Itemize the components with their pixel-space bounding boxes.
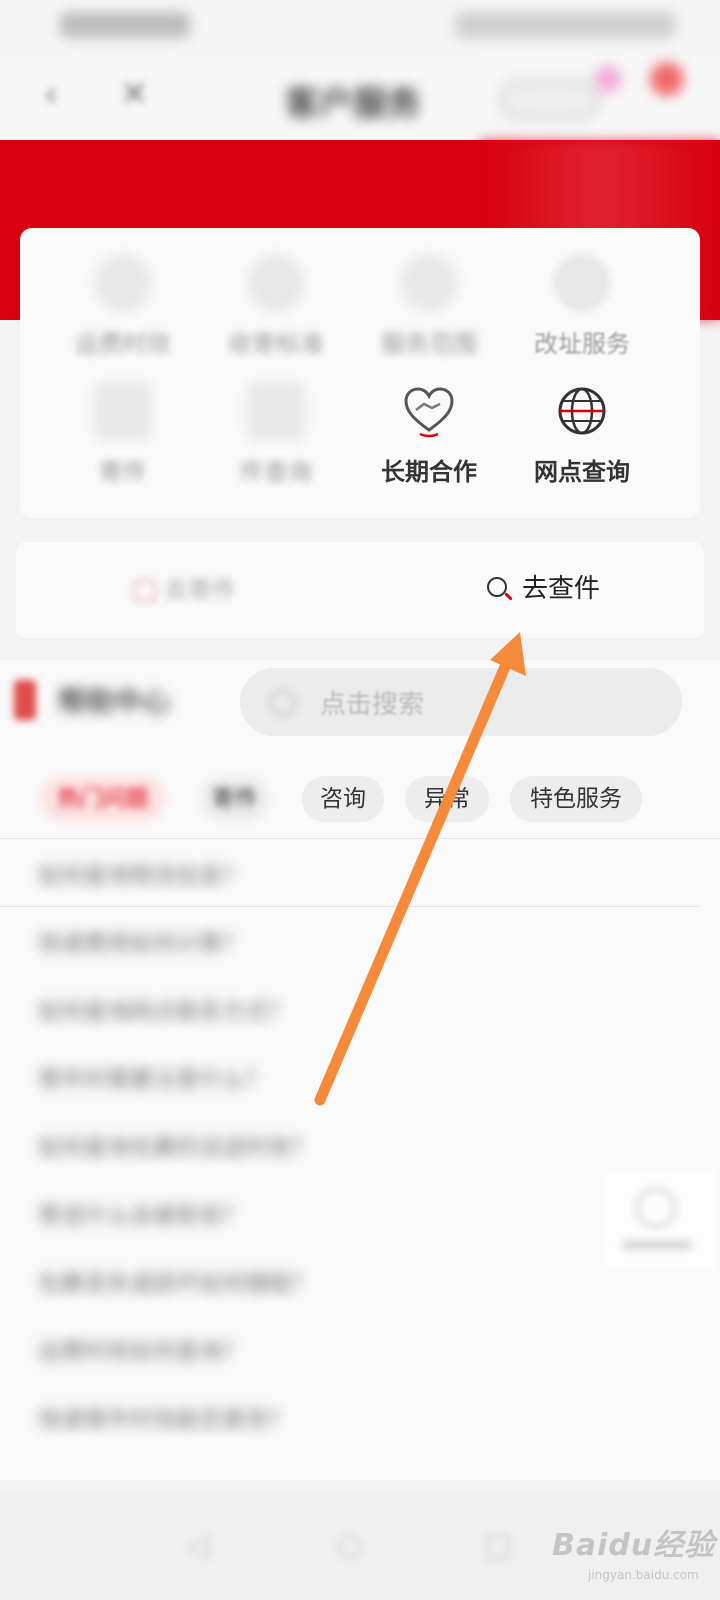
faq-item[interactable]: 如何查询网点联系方式？ [38, 992, 291, 1026]
service-label: 寄件 [99, 458, 147, 486]
send-icon [96, 384, 150, 438]
faq-item[interactable]: 包裹丢失或损坏如何理赔？ [38, 1264, 314, 1298]
nav-bar: ‹ ✕ 客户服务 [0, 56, 720, 140]
divider [0, 838, 720, 839]
float-label [622, 1240, 692, 1250]
service-item-long-term-cooperation[interactable]: 长期合作 [344, 384, 514, 487]
faq-item[interactable]: 快递寄件时效能否更改？ [38, 1400, 291, 1434]
headset-icon [636, 1188, 676, 1228]
watermark-url: jingyan.baidu.com [588, 1568, 699, 1582]
service-item-outlet-query[interactable]: 网点查询 [497, 384, 667, 487]
help-search-input[interactable]: 点击搜索 [240, 668, 682, 736]
watermark-logo: Baidu经验 [552, 1528, 716, 1563]
track-parcel-button[interactable]: 去查件 [486, 568, 600, 605]
service-item-service-scope[interactable]: 服务范围 [344, 256, 514, 359]
close-icon[interactable]: ✕ [120, 74, 149, 114]
service-label: 长期合作 [381, 458, 477, 486]
section-marker [14, 680, 36, 720]
service-item-freight-time[interactable]: 运费时效 [38, 256, 208, 359]
box-icon [249, 256, 303, 310]
chip-exception[interactable]: 异常 [405, 776, 489, 822]
system-home-icon[interactable]: ○ [336, 1528, 362, 1563]
service-label: 改址服务 [534, 330, 630, 358]
faq-item[interactable]: 如何查询包裹的派送时效？ [38, 1128, 314, 1162]
query-card: 去寄件 去查件 [16, 542, 704, 638]
battery-time-indicators [455, 12, 675, 38]
track-parcel-label: 去查件 [522, 574, 601, 604]
address-change-icon [555, 256, 609, 310]
location-icon [402, 256, 456, 310]
chip-consult[interactable]: 咨询 [302, 776, 384, 822]
system-back-icon[interactable]: ◁ [186, 1528, 209, 1563]
service-grid: 运费时效 收寄标准 服务范围 改址服务 寄件 件查询 长期合作 网点查询 [20, 228, 700, 518]
divider [0, 906, 700, 907]
chip-hot-questions[interactable]: 热门问题 [40, 776, 166, 822]
faq-item[interactable]: 寄送什么会被拒收？ [38, 1196, 245, 1230]
faq-item[interactable]: 运费时效如何查询？ [38, 1332, 245, 1366]
search-placeholder: 点击搜索 [320, 690, 425, 720]
service-item-shipping-standard[interactable]: 收寄标准 [191, 256, 361, 359]
status-bar [0, 0, 720, 56]
chip-special-service[interactable]: 特色服务 [510, 776, 642, 822]
back-icon[interactable]: ‹ [44, 74, 58, 115]
globe-icon [558, 387, 606, 435]
handshake-icon [404, 387, 454, 438]
send-parcel-button[interactable]: 去寄件 [134, 570, 236, 605]
service-item-address-change[interactable]: 改址服务 [497, 256, 667, 359]
signal-indicators [60, 12, 190, 38]
service-label: 收寄标准 [228, 330, 324, 358]
system-recent-icon[interactable]: □ [484, 1528, 512, 1563]
send-parcel-icon [134, 580, 156, 602]
search-icon [270, 690, 296, 716]
parcel-search-icon [249, 384, 303, 438]
service-item-parcel-query[interactable]: 件查询 [191, 384, 361, 487]
service-label: 运费时效 [75, 330, 171, 358]
avatar-icon[interactable] [595, 66, 621, 92]
page-title: 客户服务 [285, 84, 421, 124]
send-parcel-label: 去寄件 [164, 576, 236, 604]
baidu-watermark: Baidu经验 jingyan.baidu.com [548, 1520, 718, 1590]
message-badge-icon[interactable] [650, 62, 684, 96]
chip-send[interactable]: 寄件 [200, 776, 270, 822]
clock-icon [96, 256, 150, 310]
service-label: 件查询 [240, 458, 312, 486]
faq-item[interactable]: 寄件时需要注意什么？ [38, 1060, 268, 1094]
faq-item[interactable]: 快递费用如何计算？ [38, 924, 245, 958]
customer-service-float-button[interactable] [600, 1170, 718, 1270]
service-item-send[interactable]: 寄件 [38, 384, 208, 487]
service-label: 网点查询 [534, 458, 630, 486]
faq-item[interactable]: 如何查询物流信息？ [38, 856, 245, 890]
help-center: 帮助中心 点击搜索 热门问题 寄件 咨询 异常 特色服务 如何查询物流信息？ 快… [0, 660, 720, 1480]
service-label: 服务范围 [381, 330, 477, 358]
help-center-title: 帮助中心 [58, 685, 171, 718]
search-icon [486, 576, 514, 604]
more-options-pill[interactable] [500, 80, 600, 120]
